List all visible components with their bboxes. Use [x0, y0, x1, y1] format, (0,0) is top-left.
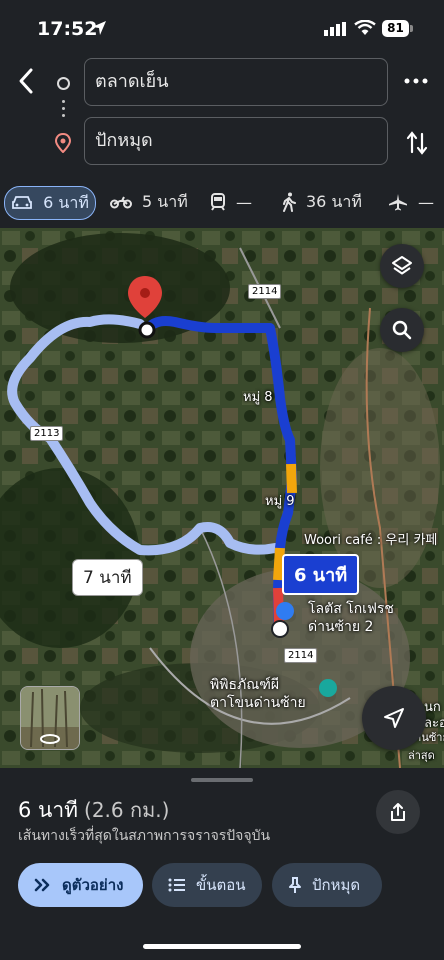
mode-flight-tab[interactable]: —: [388, 183, 434, 221]
origin-dot-icon: [57, 77, 70, 90]
battery-level: 81: [382, 20, 409, 37]
list-icon: [168, 878, 185, 892]
label-woori-cafe[interactable]: Woori café : 우리 카페: [304, 529, 437, 548]
travel-mode-row: 6 นาที 5 นาที — 36 นาที —: [0, 183, 444, 221]
layers-button[interactable]: [380, 244, 424, 288]
search-icon: [392, 320, 412, 340]
transit-train-icon: [211, 193, 225, 211]
walk-time: 36 นาที: [306, 191, 362, 211]
alt-route-time-badge[interactable]: 7 นาที: [72, 559, 143, 596]
origin-field[interactable]: ตลาดเย็น: [84, 58, 388, 106]
steps-label: ขั้นตอน: [196, 876, 246, 894]
route-summary-sheet: 6 นาที (2.6 กม.) เส้นทางเร็วที่สุดในสภาพก…: [0, 768, 444, 960]
preview-button[interactable]: ดูตัวอย่าง: [18, 863, 143, 907]
motorcycle-icon: [110, 196, 132, 209]
motorcycle-time: 5 นาที: [142, 191, 188, 211]
label-moo-8: หมู่ 8: [243, 390, 273, 405]
destination-field[interactable]: ปักหมุด: [84, 117, 388, 165]
location-arrow-icon: [92, 21, 106, 35]
route-summary: 6 นาที (2.6 กม.): [18, 794, 169, 827]
steps-button[interactable]: ขั้นตอน: [152, 863, 262, 907]
back-arrow-icon[interactable]: [16, 66, 36, 96]
layers-icon: [392, 256, 412, 275]
car-time: 6 นาที: [43, 192, 89, 212]
main-route-time-badge[interactable]: 6 นาที: [282, 554, 360, 595]
airplane-icon: [389, 194, 407, 211]
cellular-signal-icon: [324, 22, 346, 36]
walking-person-icon: [283, 192, 296, 212]
road-shield-2114: 2114: [248, 284, 282, 299]
route-distance: (2.6 กม.): [84, 798, 170, 822]
pin-button[interactable]: ปักหมุด: [272, 863, 382, 907]
share-icon: [391, 803, 405, 821]
mode-car-tab[interactable]: 6 นาที: [4, 186, 96, 220]
street-view-thumbnail[interactable]: [20, 686, 80, 750]
destination-pin-icon: [55, 133, 71, 153]
drag-handle[interactable]: [191, 778, 253, 782]
clock: 17:52: [37, 18, 98, 40]
battery-tip: [410, 25, 413, 32]
share-button[interactable]: [376, 790, 420, 834]
connector-dots-icon: [62, 100, 65, 121]
label-moo-9: หมู่ 9: [265, 494, 295, 509]
street-view-image: [21, 687, 79, 749]
route-duration: 6 นาที: [18, 798, 79, 822]
road-shield-2114-south: 2114: [284, 648, 318, 663]
mode-transit-tab[interactable]: —: [210, 183, 252, 221]
pin-label: ปักหมุด: [312, 876, 361, 894]
status-bar: 17:52 81: [0, 0, 444, 58]
recenter-navigation-button[interactable]: [362, 686, 426, 750]
preview-label: ดูตัวอย่าง: [62, 876, 124, 894]
wifi-icon: [354, 20, 376, 35]
route-note: เส้นทางเร็วที่สุดในสภาพการจราจรปัจจุบัน: [18, 828, 271, 844]
navigation-arrow-icon: [384, 708, 404, 728]
flight-time: —: [418, 192, 434, 212]
mode-motorcycle-tab[interactable]: 5 นาที: [110, 183, 188, 221]
swap-arrows-icon[interactable]: [406, 130, 428, 156]
label-phi-ta-khon-museum[interactable]: พิพิธภัณฑ์ผี ตาโขนด่านซ้าย: [210, 676, 306, 712]
mode-walk-tab[interactable]: 36 นาที: [282, 183, 362, 221]
label-lotus-go-fresh[interactable]: โลตัส โกเฟรช ด่านซ้าย 2: [308, 600, 394, 636]
pushpin-icon: [289, 877, 301, 893]
home-indicator: [143, 944, 301, 949]
map-view[interactable]: 2114 2113 2114 หมู่ 8 หมู่ 9 Woori café …: [0, 228, 444, 768]
more-options-icon[interactable]: [404, 76, 428, 86]
map-search-button[interactable]: [380, 308, 424, 352]
transit-time: —: [236, 192, 252, 212]
car-icon: [12, 196, 33, 209]
road-shield-2113: 2113: [30, 426, 64, 441]
double-chevron-icon: [34, 878, 50, 892]
